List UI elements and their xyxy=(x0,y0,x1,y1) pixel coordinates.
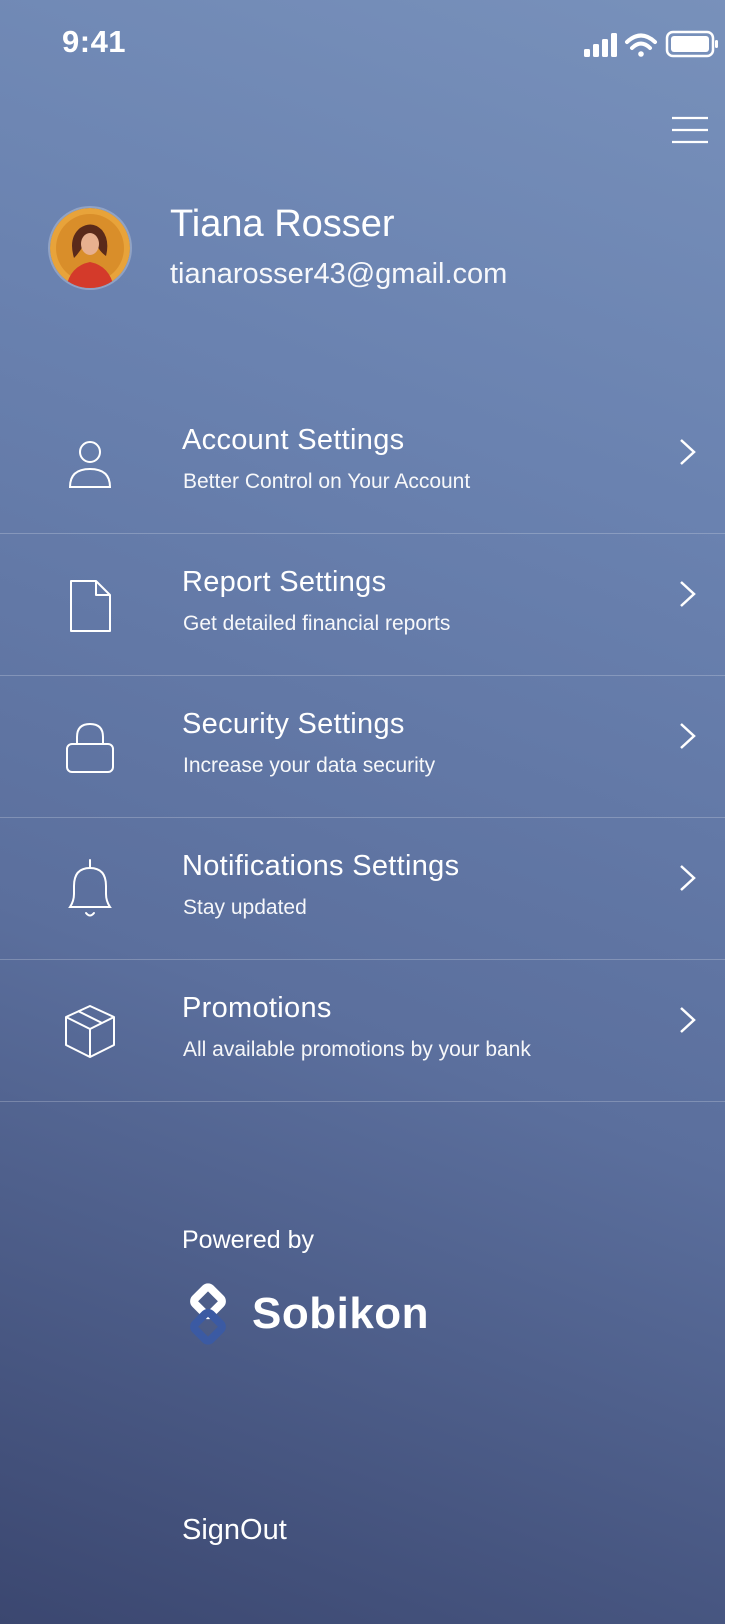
lock-icon xyxy=(66,722,114,773)
menu-item-security-settings[interactable]: Security Settings Increase your data sec… xyxy=(0,676,725,818)
profile-name: Tiana Rosser xyxy=(170,203,395,245)
profile-email: tianarosser43@gmail.com xyxy=(170,258,508,290)
menu-item-title: Promotions xyxy=(182,992,332,1024)
menu-screen: 9:41 Tiana Rosser tianarosser43@gmail.co… xyxy=(0,0,751,1624)
chevron-right-icon xyxy=(680,581,696,607)
signal-icon xyxy=(584,33,617,57)
brand-name: Sobikon xyxy=(252,1289,430,1338)
chevron-right-icon xyxy=(680,723,696,749)
bell-icon xyxy=(68,859,112,917)
sobikon-logo-icon xyxy=(190,1283,226,1345)
chevron-right-icon xyxy=(680,1007,696,1033)
menu-item-subtitle: Get detailed financial reports xyxy=(183,612,451,635)
status-icons xyxy=(584,30,718,58)
chevron-right-icon xyxy=(680,439,696,465)
chevron-right-icon xyxy=(680,865,696,891)
menu-item-notifications-settings[interactable]: Notifications Settings Stay updated xyxy=(0,818,725,960)
menu-item-report-settings[interactable]: Report Settings Get detailed financial r… xyxy=(0,534,725,676)
battery-icon xyxy=(665,30,718,58)
status-time: 9:41 xyxy=(62,24,127,59)
menu-item-title: Report Settings xyxy=(182,566,387,598)
menu-item-title: Notifications Settings xyxy=(182,850,460,882)
document-icon xyxy=(70,580,111,632)
right-edge-strip xyxy=(725,0,751,1624)
brand-logo: Sobikon xyxy=(176,1282,429,1346)
hamburger-menu-icon[interactable] xyxy=(670,112,710,148)
user-icon xyxy=(68,441,112,488)
powered-by-label: Powered by xyxy=(182,1226,315,1254)
settings-menu-list: Account Settings Better Control on Your … xyxy=(0,392,725,1102)
box-icon xyxy=(65,1005,115,1058)
menu-item-subtitle: All available promotions by your bank xyxy=(183,1038,531,1061)
menu-item-subtitle: Increase your data security xyxy=(183,754,436,777)
menu-item-title: Security Settings xyxy=(182,708,405,740)
signout-button[interactable]: SignOut xyxy=(182,1514,287,1547)
menu-item-subtitle: Stay updated xyxy=(183,896,307,919)
menu-item-title: Account Settings xyxy=(182,424,405,456)
menu-item-promotions[interactable]: Promotions All available promotions by y… xyxy=(0,960,725,1102)
menu-item-account-settings[interactable]: Account Settings Better Control on Your … xyxy=(0,392,725,534)
avatar[interactable] xyxy=(50,208,130,288)
wifi-icon xyxy=(625,33,657,57)
menu-item-subtitle: Better Control on Your Account xyxy=(183,470,471,493)
